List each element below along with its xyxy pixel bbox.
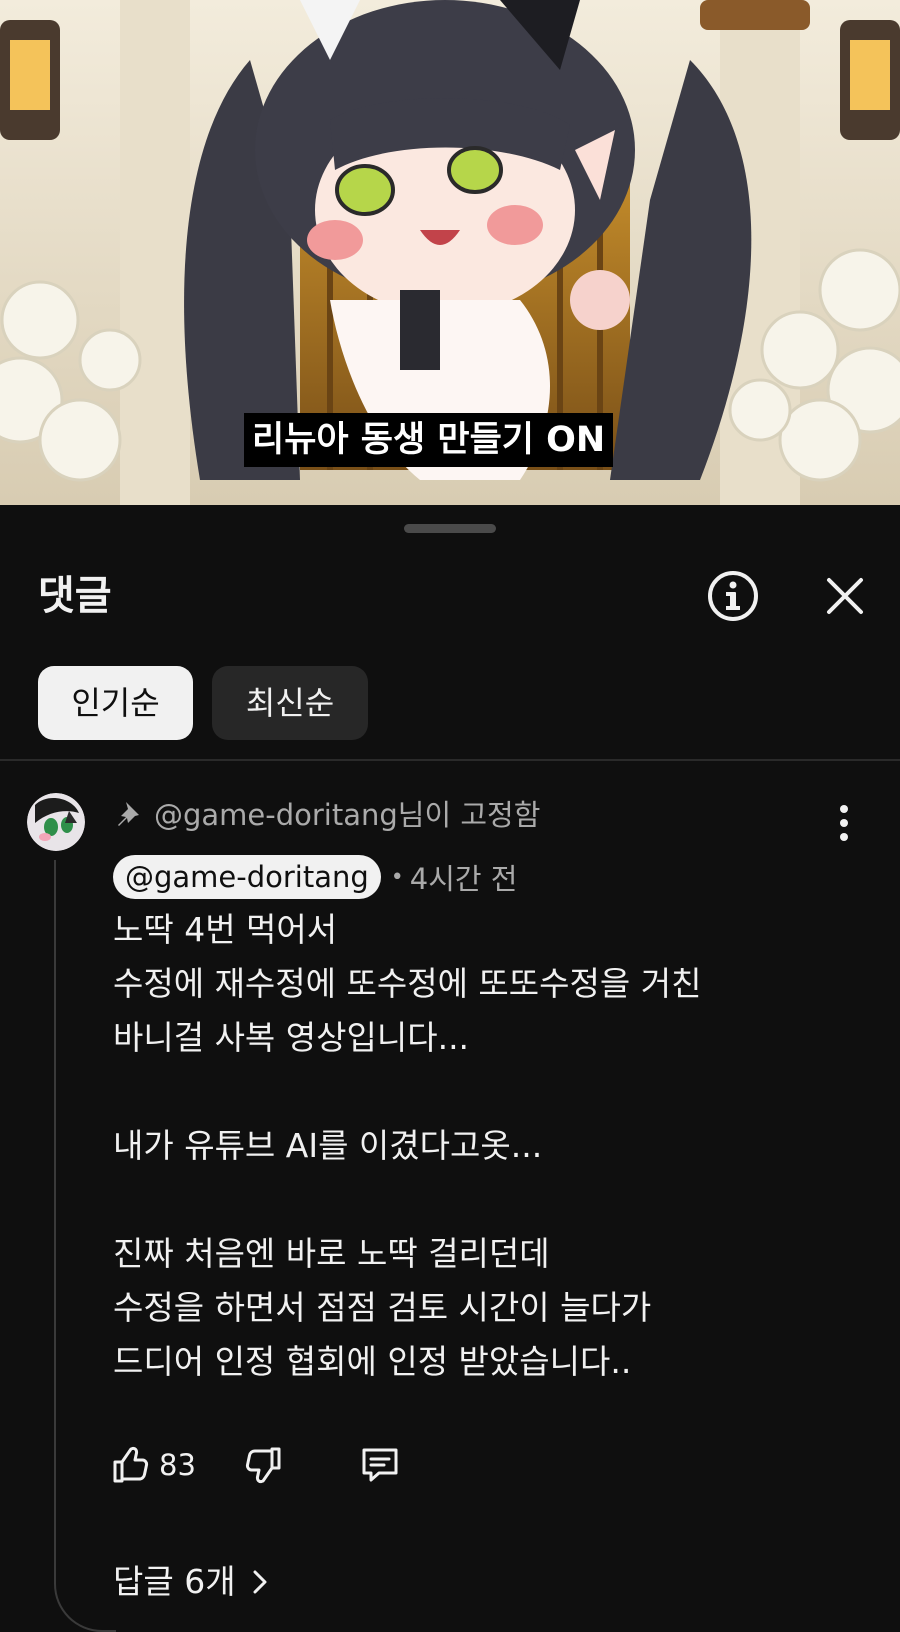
info-button[interactable] (706, 569, 760, 623)
comments-panel: 댓글 인기순 최신순 @game-doritang님이 고정함 @game-do… (0, 505, 900, 1632)
reply-button[interactable] (359, 1439, 401, 1491)
sort-tab-popular[interactable]: 인기순 (38, 666, 193, 740)
thumbs-down-icon (245, 1447, 281, 1484)
comment-header: @game-doritang • 4시간 전 (113, 854, 518, 900)
comment-body-line: 노딱 4번 먹어서 (113, 910, 338, 949)
avatar[interactable] (27, 793, 85, 851)
comment-author[interactable]: @game-doritang (113, 855, 381, 899)
avatar-image (27, 793, 85, 851)
comment-body-line: 수정을 하면서 점점 검토 시간이 늘다가 (113, 1288, 652, 1327)
separator-dot: • (390, 864, 404, 890)
video-caption: 리뉴아 동생 만들기 ON (244, 413, 614, 467)
comment-time: 4시간 전 (409, 862, 518, 896)
reply-comment-icon (362, 1448, 398, 1482)
close-button[interactable] (820, 571, 870, 621)
comment-body-line: 진짜 처음엔 바로 노딱 걸리던데 (113, 1234, 550, 1273)
comment-body-line: 바니걸 사복 영상입니다... (113, 1018, 470, 1057)
dislike-button[interactable] (243, 1439, 283, 1491)
like-button[interactable]: 83 (111, 1439, 196, 1491)
video-player[interactable]: 리뉴아 동생 만들기 ON (0, 0, 900, 505)
view-replies-button[interactable]: 답글 6개 (113, 1555, 274, 1609)
info-circle-icon (708, 571, 758, 621)
pinned-text: @game-doritang님이 고정함 (154, 798, 541, 832)
comment-more-button[interactable] (830, 801, 858, 845)
drag-handle[interactable] (404, 524, 496, 533)
comment-body-line: 수정에 재수정에 또수정에 또또수정을 거친 (113, 964, 702, 1003)
pinned-indicator: @game-doritang님이 고정함 (114, 790, 540, 836)
like-count: 83 (159, 1448, 196, 1482)
chevron-right-icon (253, 1570, 267, 1594)
comment-body-line: 드디어 인정 협회에 인정 받았습니다.. (113, 1342, 632, 1381)
panel-divider (0, 759, 900, 761)
thumbs-up-icon (113, 1446, 149, 1483)
replies-label: 답글 6개 (113, 1562, 236, 1601)
sort-tab-newest[interactable]: 최신순 (212, 666, 368, 740)
more-vertical-icon (840, 805, 848, 841)
reply-thread-line (54, 860, 116, 1632)
comment-body-line: 내가 유튜브 AI를 이겼다고옷... (113, 1126, 543, 1165)
pin-icon (118, 802, 139, 826)
panel-title: 댓글 (38, 573, 112, 619)
close-icon (827, 578, 863, 614)
